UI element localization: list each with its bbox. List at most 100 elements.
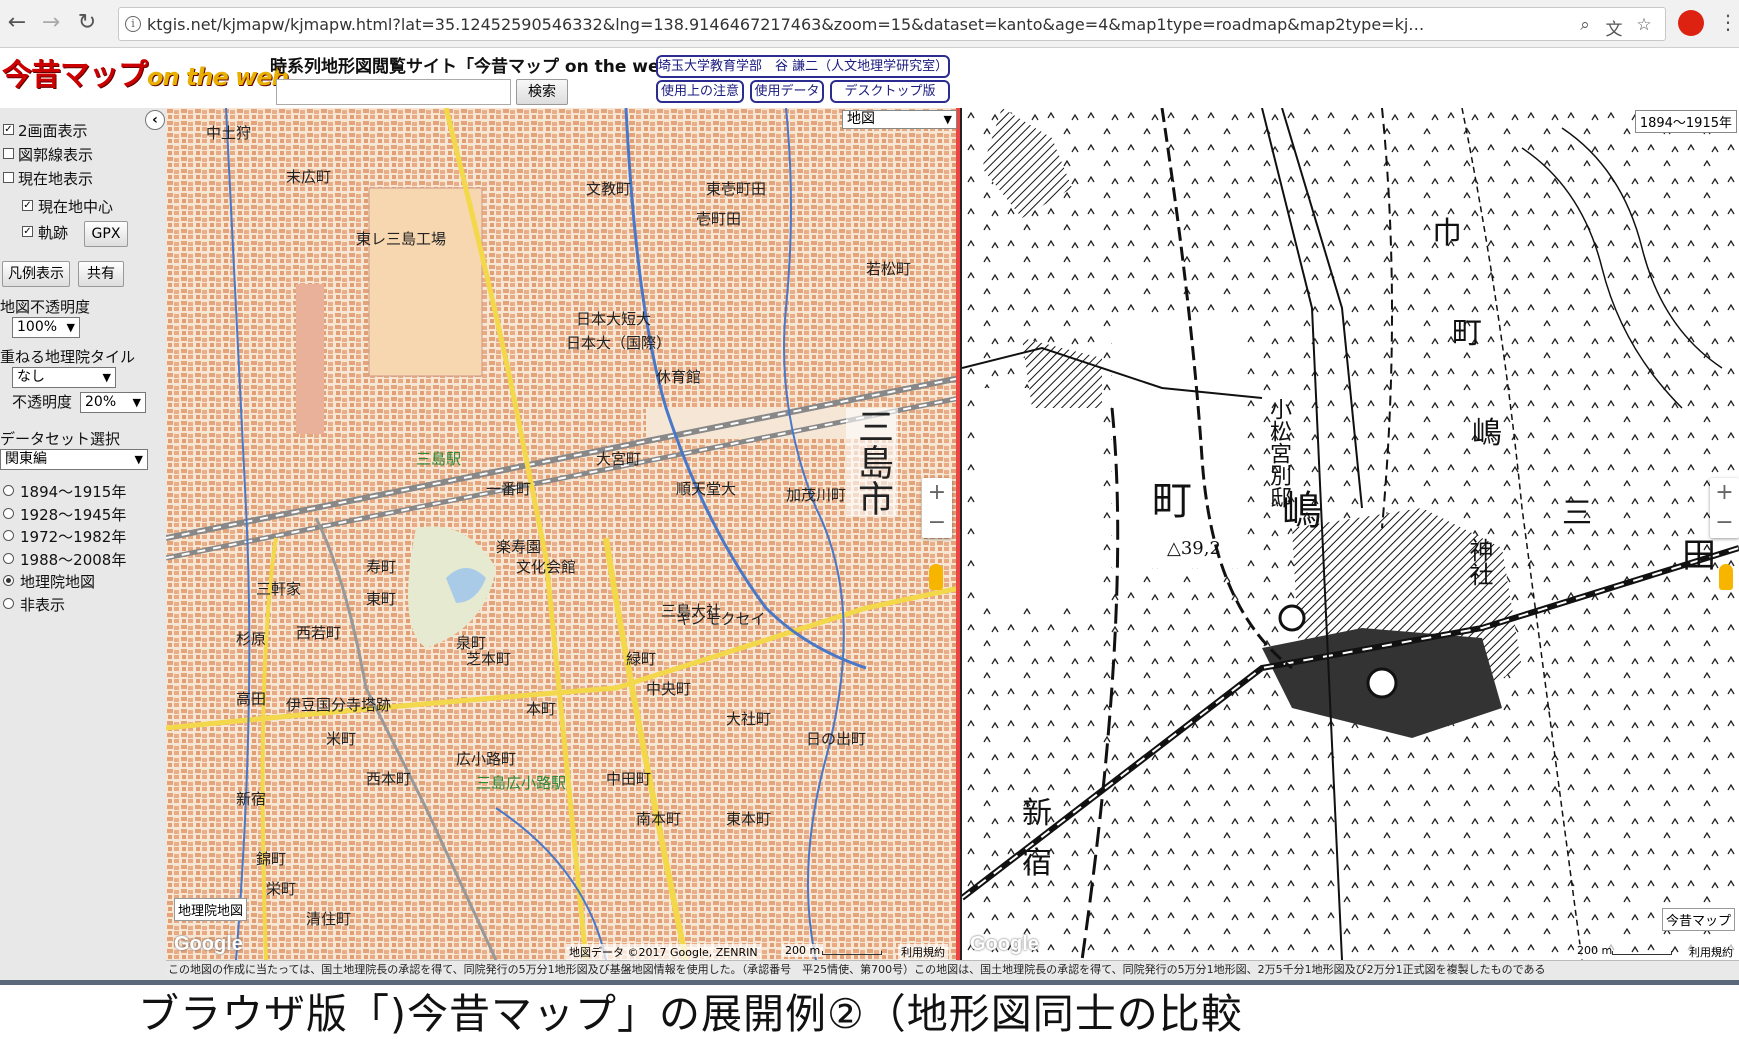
- map-label: 新宿: [236, 790, 267, 808]
- map-label: 寿町: [366, 558, 397, 576]
- map-label: 中土狩: [206, 124, 252, 142]
- forward-arrow-icon[interactable]: →: [36, 8, 66, 38]
- map-label: 南本町: [636, 810, 682, 828]
- map-label: 錦町: [256, 850, 287, 868]
- map-label: 広小路町: [456, 750, 517, 768]
- map-label: 大社町: [726, 710, 772, 728]
- map-label: キンモクセイ: [676, 610, 766, 628]
- map-label: 栄町: [266, 880, 297, 898]
- map-label: 本町: [526, 700, 557, 718]
- scale-label: 200 m: [782, 944, 824, 957]
- dataset-value: 関東編: [5, 451, 47, 467]
- track-checkbox[interactable]: ✓: [22, 226, 33, 237]
- attribution-strip: この地図の作成に当たっては、国土地理院長の承認を得て、同院発行の5万分1地形図及…: [166, 960, 1739, 980]
- era-radio[interactable]: [3, 507, 14, 519]
- info-icon[interactable]: i: [125, 16, 141, 32]
- era-radio[interactable]: [3, 597, 14, 609]
- dataset-label: データセット選択: [0, 430, 121, 448]
- street-view-pegman-icon[interactable]: [1719, 564, 1733, 590]
- map-label: 末広町: [286, 168, 332, 186]
- bookmark-star-icon[interactable]: ☆: [1633, 15, 1655, 35]
- map-label: 三島駅: [416, 450, 462, 468]
- dropdown-arrow-icon: ▼: [132, 396, 141, 409]
- share-button[interactable]: 共有: [78, 261, 124, 287]
- era-radio[interactable]: [3, 485, 14, 496]
- sidebar: ✓ 2画面表示 図郭線表示 現在地表示 ✓ 現在地中心 ✓ 軌跡 GPX 凡例表…: [0, 108, 166, 980]
- dataset-select[interactable]: 関東編 ▼: [0, 449, 148, 470]
- search-button[interactable]: 検索: [516, 79, 568, 105]
- google-logo[interactable]: Google: [970, 933, 1039, 956]
- map-label: 一番町: [486, 480, 532, 498]
- era-option-label: 非表示: [20, 595, 66, 614]
- zoom-icon[interactable]: ⌕: [1574, 15, 1596, 35]
- extension-icon[interactable]: [1678, 10, 1704, 36]
- map-label: 三島市: [846, 408, 898, 516]
- zoom-control[interactable]: + −: [922, 478, 952, 538]
- era-option-label: 1972～1982年: [20, 528, 127, 546]
- dual-view-label: 2画面表示: [18, 122, 88, 140]
- dropdown-arrow-icon: ▼: [134, 453, 143, 466]
- frame-lines-checkbox[interactable]: [3, 148, 14, 159]
- back-arrow-icon[interactable]: ←: [2, 8, 32, 38]
- map-label: 日本大（国際）: [566, 334, 672, 352]
- site-title: 時系列地形図閲覧サイト「今昔マップ on the web」: [270, 57, 689, 77]
- author-link[interactable]: 埼玉大学教育学部 谷 謙二（人文地理学研究室）: [656, 55, 950, 78]
- dual-view-checkbox[interactable]: ✓: [3, 124, 14, 135]
- zoom-out-button[interactable]: −: [1710, 508, 1739, 538]
- legend-button[interactable]: 凡例表示: [2, 261, 70, 287]
- site-logo[interactable]: 今昔マップon the web: [2, 52, 289, 100]
- map-label: 中央町: [646, 680, 692, 698]
- translate-icon[interactable]: 文: [1603, 15, 1625, 40]
- address-bar[interactable]: i ktgis.net/kjmapw/kjmapw.html?lat=35.12…: [118, 7, 1666, 41]
- map-label: 日本大短大: [576, 310, 652, 328]
- usage-notes-button[interactable]: 使用上の注意: [656, 80, 744, 103]
- scale-label: 200 m: [1574, 944, 1616, 957]
- current-center-checkbox[interactable]: ✓: [22, 200, 33, 211]
- terms-link[interactable]: 利用規約: [1686, 944, 1736, 960]
- map-label: 清住町: [306, 910, 352, 928]
- gsi-opacity-select[interactable]: 20% ▼: [80, 392, 146, 413]
- old-map-label: 三: [1562, 496, 1592, 531]
- google-logo[interactable]: Google: [174, 933, 243, 956]
- logo-subtext: on the web: [147, 63, 289, 91]
- url-text[interactable]: ktgis.net/kjmapw/kjmapw.html?lat=35.1245…: [147, 15, 1567, 34]
- opacity-select[interactable]: 100% ▼: [12, 317, 80, 338]
- street-view-pegman-icon[interactable]: [929, 564, 943, 590]
- map-label: 順天堂大: [676, 480, 737, 498]
- slide-caption: ブラウザ版「)今昔マップ」の展開例②（地形図同士の比較: [138, 990, 1243, 1038]
- zoom-control-right[interactable]: + −: [1710, 478, 1739, 538]
- old-map-label: 町: [1152, 478, 1192, 524]
- dropdown-arrow-icon: ▼: [102, 371, 111, 384]
- map-label: 壱町田: [696, 210, 742, 228]
- logo-text: 今昔マップ: [2, 58, 148, 93]
- map-label: 三島広小路駅: [476, 774, 567, 792]
- frame-lines-label: 図郭線表示: [18, 146, 94, 164]
- old-topo-map[interactable]: 1894～1915年 町嶋 △39,2 小松宮別邸三巾町嶋神社新宿田 + − 今昔マッ…: [962, 108, 1739, 960]
- map-label: 加茂川町: [786, 486, 847, 504]
- zoom-in-button[interactable]: +: [922, 478, 952, 508]
- old-map-label: 巾: [1432, 216, 1462, 251]
- reload-icon[interactable]: ↻: [72, 8, 102, 38]
- era-radio[interactable]: [3, 552, 14, 564]
- data-used-button[interactable]: 使用データ: [750, 80, 824, 103]
- desktop-version-button[interactable]: デスクトップ版: [830, 80, 950, 103]
- old-map-label: 神社: [1465, 538, 1493, 586]
- sidebar-collapse-button[interactable]: ‹: [145, 110, 165, 130]
- era-option-label: 1988～2008年: [20, 550, 127, 569]
- map-label: 西本町: [366, 770, 412, 788]
- gpx-button[interactable]: GPX: [84, 221, 128, 247]
- place-search-input[interactable]: [276, 79, 511, 105]
- gsi-tile-select[interactable]: なし ▼: [12, 367, 116, 388]
- era-radio[interactable]: [3, 530, 14, 541]
- current-location-checkbox[interactable]: [3, 172, 14, 183]
- old-map-stamp: 今昔マップ: [1662, 908, 1736, 931]
- map-type-select[interactable]: 地図 ▼: [842, 110, 957, 129]
- menu-dots-icon[interactable]: ⋮: [1718, 10, 1738, 34]
- terms-link[interactable]: 利用規約: [898, 944, 948, 960]
- era-radio[interactable]: [3, 575, 14, 586]
- browser-toolbar: ← → ↻ i ktgis.net/kjmapw/kjmapw.html?lat…: [0, 0, 1739, 48]
- modern-map[interactable]: 地図 ▼ 三島市 三島駅 大宮町 加茂川町 日本大短大 日本大（国際） 休育館 三島大社 楽寿園文…: [166, 108, 960, 960]
- zoom-in-button[interactable]: +: [1710, 478, 1739, 508]
- zoom-out-button[interactable]: −: [922, 508, 952, 538]
- old-map-label: 嶋: [1472, 416, 1502, 451]
